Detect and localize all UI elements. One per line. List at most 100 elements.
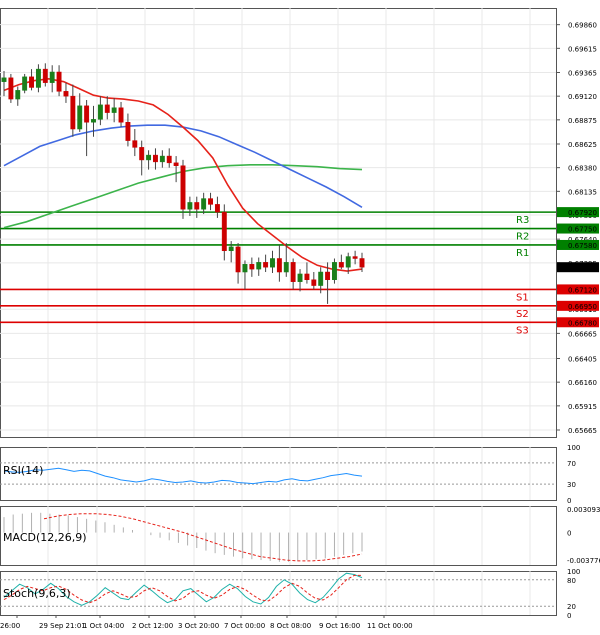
price-tick-label: 0.69365 <box>568 69 597 77</box>
candle-body <box>228 246 234 252</box>
candle-body <box>35 68 41 88</box>
macd-pane: MACD(12,26,9) 0.003093 0 -0.003776 <box>3 506 600 565</box>
candles <box>1 63 365 304</box>
candle-body <box>166 155 172 164</box>
time-tick-label: 7 Oct 00:00 <box>224 622 265 630</box>
support-resistance-levels: R3 R2 R1 S1 S2 S3 <box>0 211 556 336</box>
level-name-s2: S2 <box>516 309 529 320</box>
candle-body <box>276 258 282 273</box>
current-price-label: 0.67347 <box>568 264 597 272</box>
candle-body <box>235 246 241 273</box>
candle-body <box>125 122 131 141</box>
candle-body <box>97 104 103 120</box>
candle-body <box>132 140 138 148</box>
price-tick-label: 0.65665 <box>568 427 597 435</box>
candle-body <box>56 71 62 92</box>
pane-frame <box>0 571 557 616</box>
time-tick-label: 26:00 <box>0 622 20 630</box>
candle-body <box>221 211 227 252</box>
level-price-label: 0.66950 <box>568 303 597 311</box>
stoch-tick-label: 80 <box>567 577 576 585</box>
candle-body <box>49 71 55 83</box>
stoch-tick-label: 0 <box>567 612 571 620</box>
candle-body <box>249 264 255 270</box>
pane-frames <box>0 8 557 616</box>
macd-tick-label: 0.003093 <box>567 506 600 514</box>
candle-body <box>159 155 165 163</box>
candle-body <box>208 198 213 205</box>
candle-body <box>42 68 48 83</box>
candle-body <box>15 90 21 100</box>
candle-body <box>111 107 117 113</box>
level-price-label: 0.67920 <box>568 209 597 217</box>
rsi-tick-label: 0 <box>567 497 571 505</box>
price-tick-label: 0.68875 <box>568 117 597 125</box>
level-price-label: 0.67120 <box>568 286 597 294</box>
candle-body <box>290 262 296 282</box>
candle-body <box>332 262 337 280</box>
time-tick-label: 29 Sep 21:01 <box>39 622 86 630</box>
candle-body <box>201 198 207 210</box>
candle-body <box>153 154 158 163</box>
candle-body <box>118 107 124 123</box>
candle-body <box>304 273 310 280</box>
price-tick-label: 0.68625 <box>568 141 597 149</box>
candle-body <box>63 91 69 97</box>
macd-tick-label: 0 <box>567 530 571 538</box>
candle-body <box>91 119 96 123</box>
time-tick-label: 2 Oct 12:00 <box>132 622 173 630</box>
candle-body <box>297 273 303 282</box>
time-tick-label: 1 Oct 04:00 <box>83 622 124 630</box>
rsi-title: RSI(14) <box>3 464 43 477</box>
macd-tick-label: -0.003776 <box>567 557 600 565</box>
candle-body <box>173 162 179 166</box>
candle-body <box>84 105 90 123</box>
grid <box>0 8 556 615</box>
candle-body <box>1 77 7 82</box>
level-name-s1: S1 <box>516 292 529 303</box>
price-axis: 0.69860 0.69615 0.69365 0.69120 0.68875 0.686… <box>556 22 599 435</box>
price-tick-label: 0.66160 <box>568 379 597 387</box>
level-name-r2: R2 <box>516 232 529 243</box>
candle-body <box>8 77 14 100</box>
level-price-label: 0.66780 <box>568 319 597 327</box>
candle-body <box>242 264 248 273</box>
pane-frame <box>0 447 557 501</box>
price-tick-label: 0.69860 <box>568 22 597 30</box>
candle-body <box>29 76 34 88</box>
rsi-line <box>3 467 363 485</box>
stoch-title: Stoch(9,6,3) <box>3 587 71 600</box>
candle-body <box>187 202 193 210</box>
price-tick-label: 0.68380 <box>568 165 597 173</box>
candle-body <box>359 258 365 268</box>
candle-body <box>256 262 262 270</box>
price-tick-label: 0.66665 <box>568 330 597 338</box>
price-tick-label: 0.65915 <box>568 403 597 411</box>
rsi-tick-label: 70 <box>567 460 576 468</box>
candle-body <box>70 95 76 130</box>
candle-body <box>270 258 275 268</box>
candle-body <box>139 147 145 161</box>
candle-body <box>77 105 83 130</box>
price-tick-label: 0.68135 <box>568 188 597 196</box>
candle-body <box>325 271 331 280</box>
stoch-tick-label: 100 <box>567 568 580 576</box>
candle-body <box>318 271 324 286</box>
stoch-tick-label: 20 <box>567 603 576 611</box>
candle-body <box>22 76 28 91</box>
candle-body <box>283 262 289 273</box>
price-tick-label: 0.69120 <box>568 93 597 101</box>
rsi-tick-label: 100 <box>567 444 580 452</box>
level-price-label: 0.67750 <box>568 226 597 234</box>
forex-chart: R3 R2 R1 S1 S2 S3 0.69860 0.69615 0.69365 0.6912… <box>0 8 600 630</box>
level-name-s3: S3 <box>516 325 529 336</box>
candle-body <box>180 165 186 210</box>
level-name-r1: R1 <box>516 248 529 259</box>
price-tick-label: 0.66405 <box>568 355 597 363</box>
level-name-r3: R3 <box>516 215 529 226</box>
macd-signal-line <box>43 513 363 562</box>
candle-body <box>214 204 220 213</box>
time-axis: 26:00 29 Sep 21:011 Oct 04:00 2 Oct 12:00 3… <box>0 615 413 630</box>
time-tick-label: 11 Oct 00:00 <box>367 622 413 630</box>
candle-body <box>311 279 317 286</box>
